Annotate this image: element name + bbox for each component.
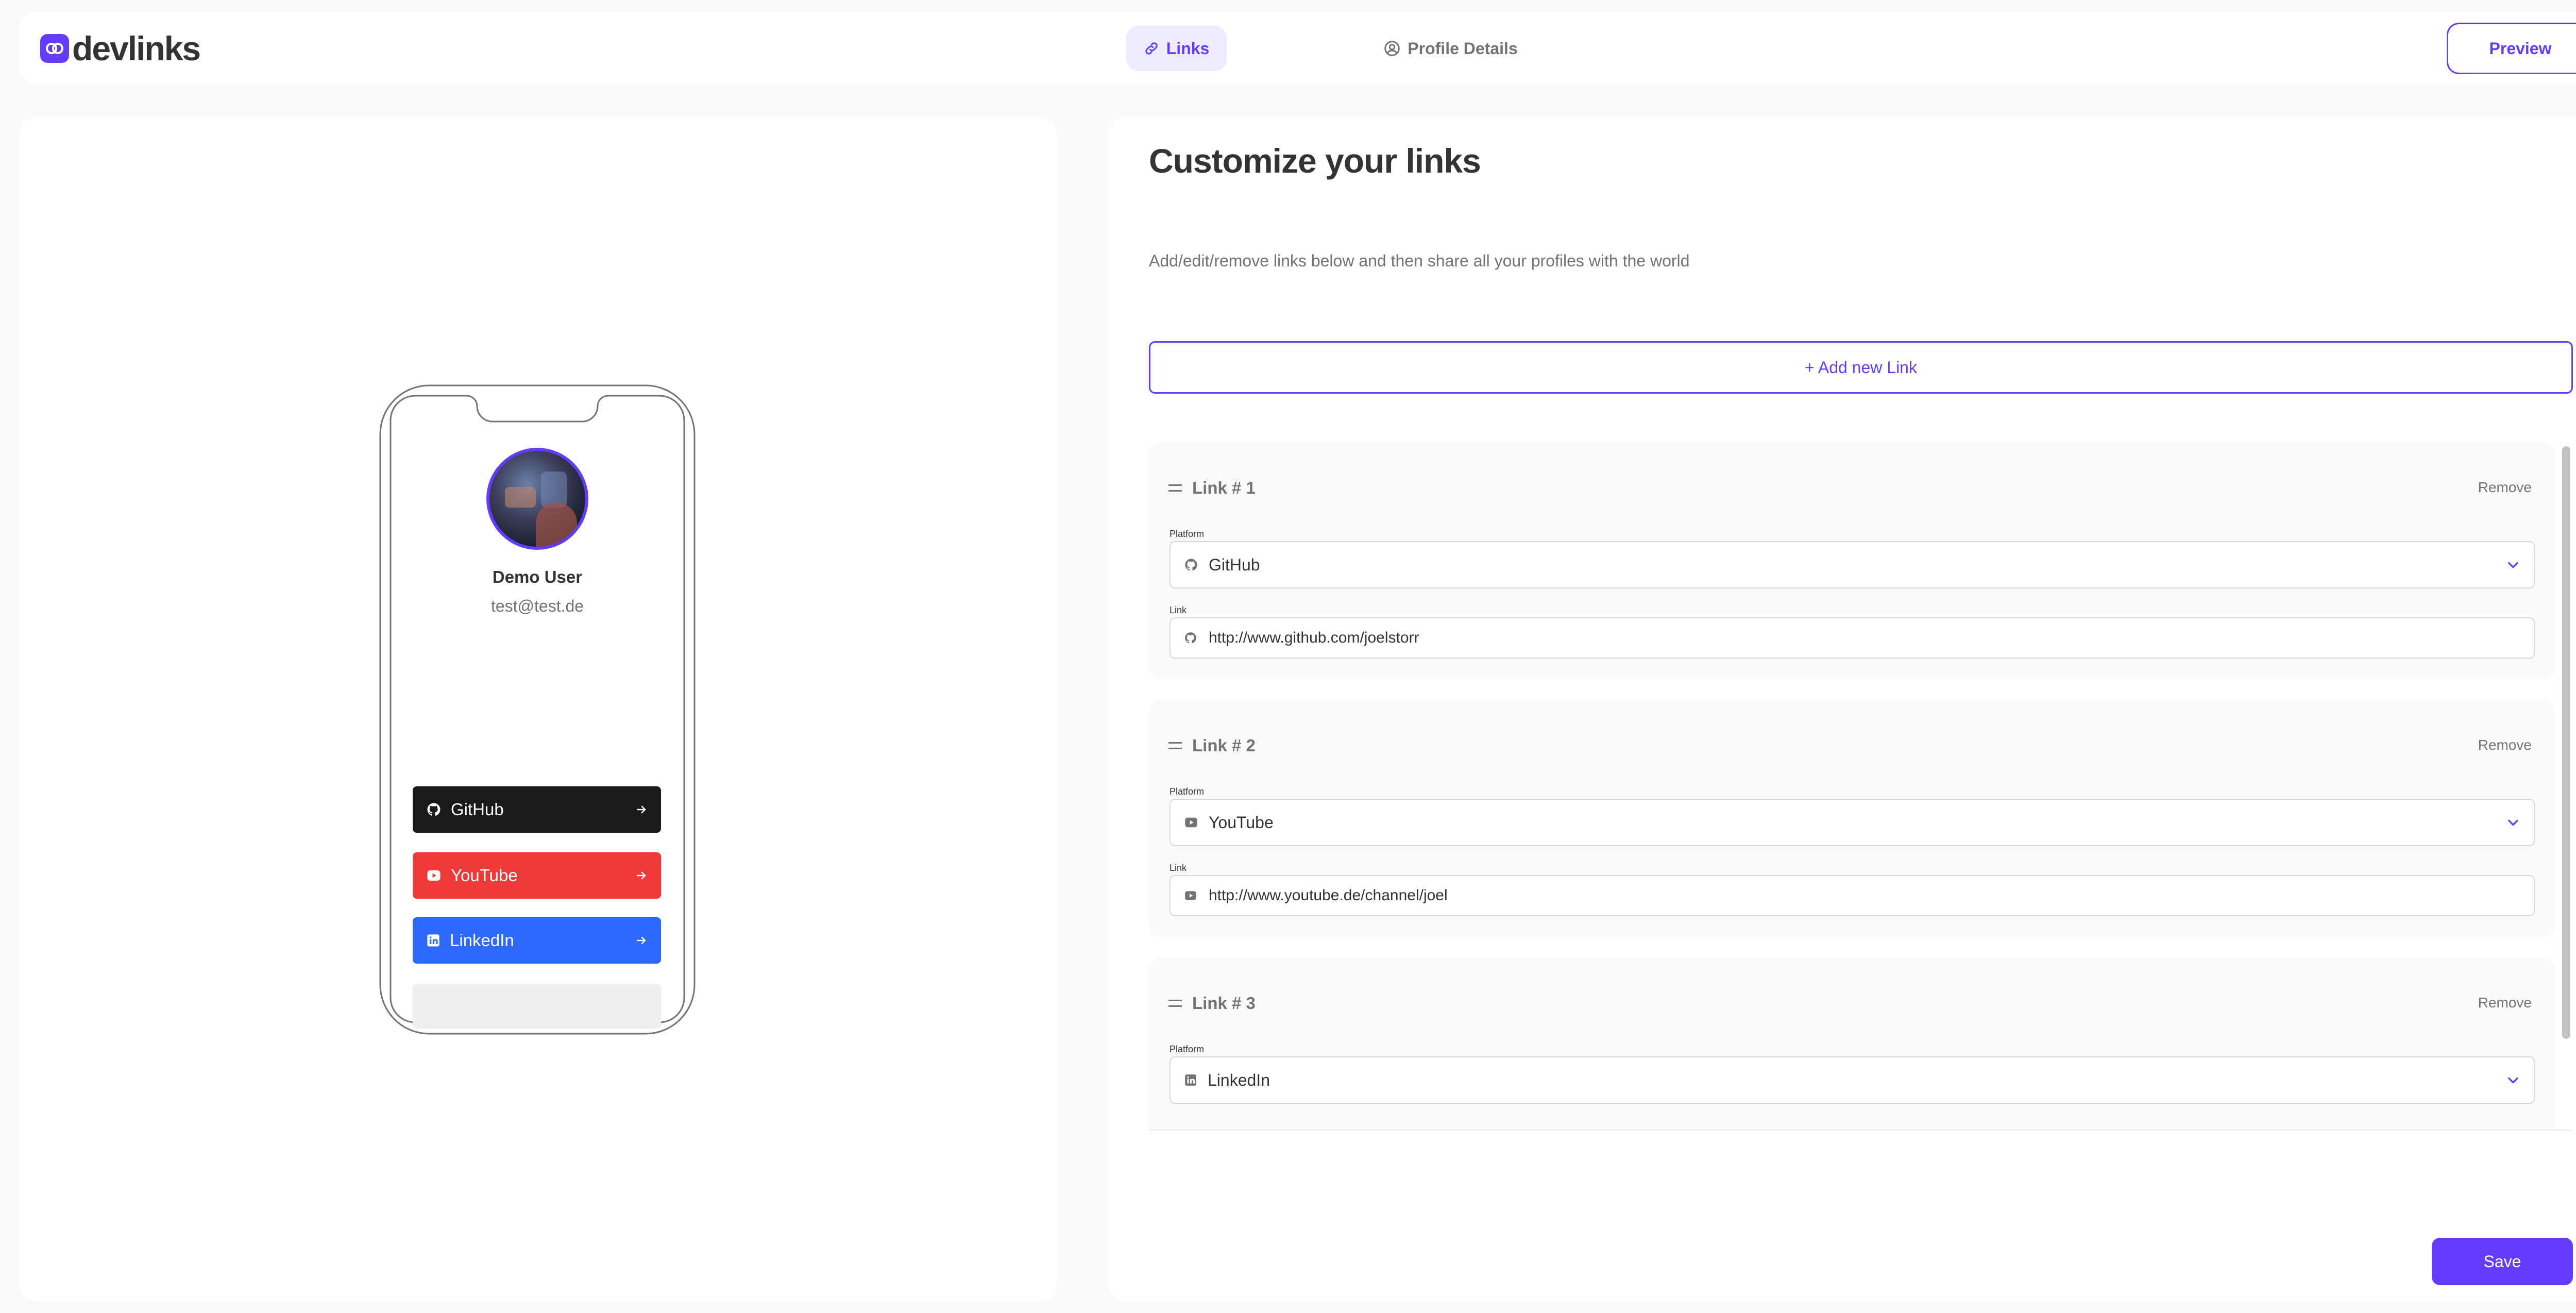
remove-link-button[interactable]: Remove — [2478, 737, 2532, 753]
tab-links[interactable]: Links — [1126, 26, 1227, 71]
github-icon — [1185, 559, 1197, 571]
link-url-value: http://www.youtube.de/channel/joel — [1209, 887, 1448, 904]
links-list[interactable]: Link # 1 Remove Platform GitHub Link htt… — [1149, 442, 2573, 1131]
avatar — [486, 448, 588, 550]
platform-label: Platform — [1170, 1044, 1205, 1054]
link-card-header: Link # 1 — [1168, 478, 1256, 498]
link-card-title: Link # 3 — [1192, 994, 1256, 1013]
logo-text: devlinks — [72, 29, 201, 68]
add-new-link-button[interactable]: + Add new Link — [1149, 341, 2573, 394]
github-icon — [427, 803, 440, 816]
phone-mockup: Demo User test@test.de GitHub YouTube Li… — [379, 384, 696, 1035]
platform-select[interactable]: LinkedIn — [1170, 1056, 2535, 1104]
top-nav: devlinks Links Profile Details Preview — [19, 11, 2576, 83]
chevron-down-icon — [2508, 1077, 2518, 1084]
preview-link-label: YouTube — [451, 866, 518, 885]
drag-handle-icon[interactable] — [1168, 1000, 1182, 1007]
preview-user-email: test@test.de — [490, 597, 584, 615]
tab-profile-details[interactable]: Profile Details — [1368, 26, 1533, 71]
link-icon — [1145, 42, 1158, 55]
page-title: Customize your links — [1149, 142, 1481, 180]
chevron-down-icon — [2508, 819, 2518, 826]
platform-select-value: LinkedIn — [1208, 1070, 1270, 1089]
link-card-title: Link # 1 — [1192, 478, 1256, 497]
platform-select-value: YouTube — [1209, 813, 1274, 832]
linkedin-icon — [1185, 1074, 1196, 1086]
youtube-icon — [427, 870, 440, 881]
save-button[interactable]: Save — [2432, 1238, 2573, 1285]
scrollbar[interactable] — [2562, 446, 2570, 1039]
linkedin-icon — [427, 934, 439, 947]
platform-label: Platform — [1170, 786, 1205, 797]
link-url-input[interactable]: http://www.github.com/joelstorr — [1170, 617, 2535, 659]
preview-link-github[interactable]: GitHub — [413, 786, 661, 833]
link-url-value: http://www.github.com/joelstorr — [1209, 629, 1419, 646]
platform-select-value: GitHub — [1209, 555, 1260, 574]
tab-profile-label: Profile Details — [1408, 39, 1518, 58]
youtube-icon — [1185, 817, 1197, 828]
link-card: Link # 2 Remove Platform YouTube Link ht… — [1149, 700, 2555, 937]
platform-label: Platform — [1170, 529, 1205, 539]
preview-button[interactable]: Preview — [2447, 23, 2576, 74]
remove-link-button[interactable]: Remove — [2478, 995, 2532, 1011]
link-card: Link # 3 Remove Platform LinkedIn — [1149, 957, 2555, 1130]
arrow-right-icon — [636, 805, 646, 814]
user-circle-icon — [1384, 41, 1400, 56]
arrow-right-icon — [636, 936, 646, 945]
logo[interactable]: devlinks — [40, 29, 201, 68]
youtube-icon — [1185, 891, 1196, 900]
drag-handle-icon[interactable] — [1168, 742, 1182, 749]
drag-handle-icon[interactable] — [1168, 484, 1182, 492]
link-card: Link # 1 Remove Platform GitHub Link htt… — [1149, 442, 2555, 679]
tab-links-label: Links — [1166, 39, 1210, 58]
logo-icon — [40, 34, 69, 63]
link-card-title: Link # 2 — [1192, 736, 1256, 755]
link-card-header: Link # 3 — [1168, 994, 1256, 1013]
link-url-input[interactable]: http://www.youtube.de/channel/joel — [1170, 875, 2535, 916]
links-editor-panel: Customize your links Add/edit/remove lin… — [1108, 116, 2576, 1302]
link-card-header: Link # 2 — [1168, 736, 1256, 755]
github-icon — [1185, 632, 1196, 644]
preview-link-youtube[interactable]: YouTube — [413, 852, 661, 899]
platform-select[interactable]: YouTube — [1170, 799, 2535, 846]
chevron-down-icon — [2508, 562, 2518, 568]
link-label: Link — [1170, 605, 1187, 615]
preview-user-name: Demo User — [492, 567, 583, 586]
platform-select[interactable]: GitHub — [1170, 541, 2535, 588]
arrow-right-icon — [636, 871, 646, 880]
link-label: Link — [1170, 863, 1187, 873]
page-subtitle: Add/edit/remove links below and then sha… — [1149, 251, 1690, 270]
preview-link-label: GitHub — [451, 800, 504, 819]
phone-preview-panel: Demo User test@test.de GitHub YouTube Li… — [19, 116, 1057, 1302]
preview-link-label: LinkedIn — [450, 931, 514, 950]
preview-link-linkedin[interactable]: LinkedIn — [413, 917, 661, 964]
preview-link-placeholder — [413, 984, 661, 1029]
remove-link-button[interactable]: Remove — [2478, 479, 2532, 496]
